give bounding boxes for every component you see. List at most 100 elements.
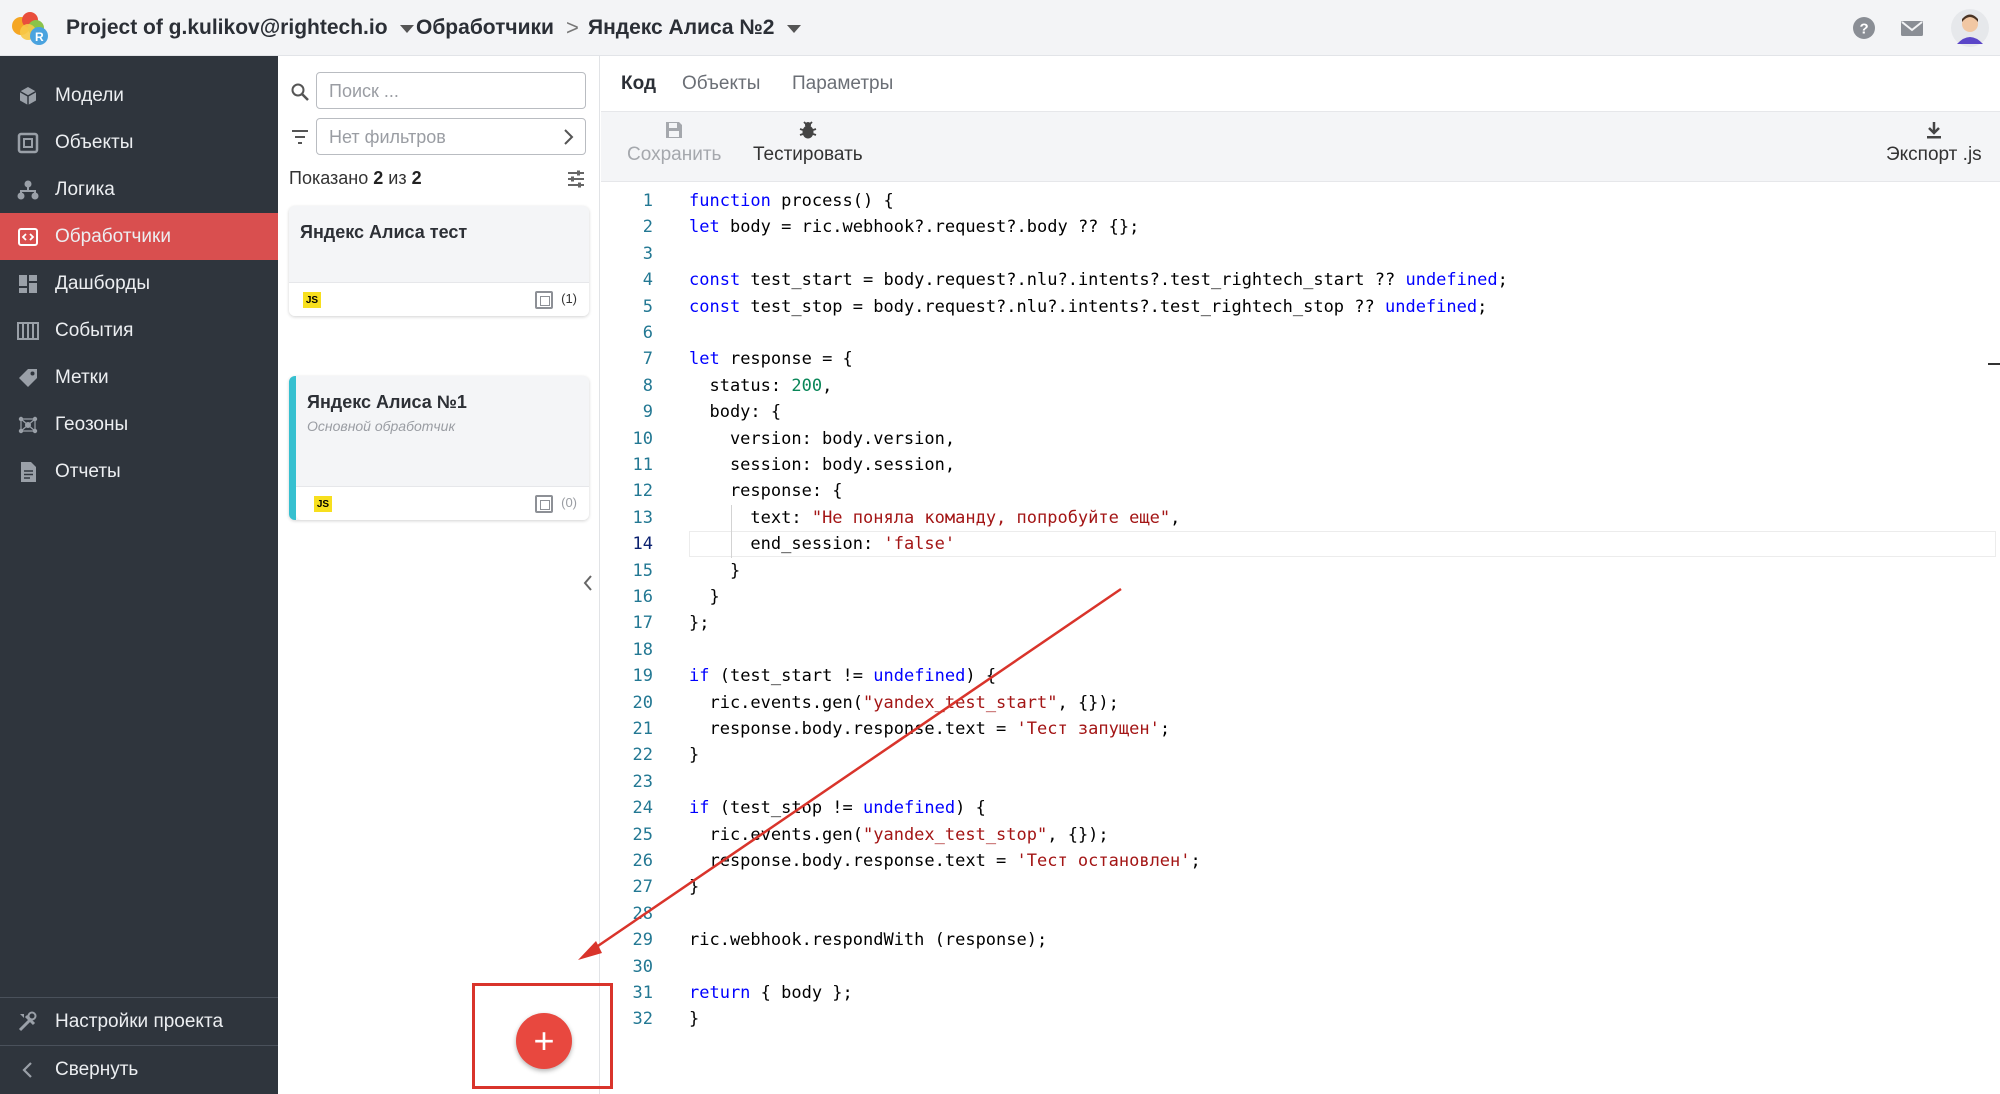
code-line[interactable]: 1 function process() { [601, 188, 2000, 214]
handler-card[interactable]: Яндекс Алиса тест JS (1) [289, 206, 589, 316]
list-settings-icon[interactable] [566, 169, 586, 189]
sidebar-item-handlers[interactable]: Обработчики [0, 213, 278, 260]
sidebar-item-label: Отчеты [55, 460, 121, 482]
code-line[interactable]: 18 [601, 637, 2000, 663]
code-text: } [689, 560, 741, 581]
code-line[interactable]: 21 response.body.response.text = 'Тест з… [601, 716, 2000, 742]
line-number: 28 [632, 903, 653, 924]
code-line[interactable]: 14 end_session: 'false' [601, 531, 2000, 558]
object-icon [535, 495, 553, 513]
handler-card-title: Яндекс Алиса тест [300, 222, 468, 242]
code-line[interactable]: 6 [601, 320, 2000, 346]
code-line[interactable]: 2 let body = ric.webhook?.request?.body ?… [601, 214, 2000, 240]
code-line[interactable]: 32} [601, 1006, 2000, 1032]
export-button[interactable]: Экспорт .js [1886, 120, 1982, 166]
line-number: 13 [632, 507, 653, 528]
line-number: 25 [632, 824, 653, 845]
collapse-list-button[interactable] [577, 565, 599, 601]
test-button[interactable]: Тестировать [753, 120, 863, 166]
code-line[interactable]: 11 session: body.session, [601, 452, 2000, 478]
code-text: if (test_start != undefined) { [689, 666, 997, 687]
save-icon [666, 122, 683, 138]
sidebar-item-events[interactable]: События [0, 307, 278, 354]
collapse-sidebar-button[interactable]: Свернуть [0, 1046, 278, 1093]
code-line[interactable]: 10 version: body.version, [601, 426, 2000, 452]
code-line[interactable]: 13 text: "Не поняла команду, попробуйте … [601, 505, 2000, 531]
code-line[interactable]: 27} [601, 874, 2000, 900]
code-text: version: body.version, [689, 428, 956, 449]
handler-card-selected[interactable]: Яндекс Алиса №1 Основной обработчик JS (… [289, 376, 589, 520]
code-text: function process() { [689, 191, 894, 211]
code-line[interactable]: 31 return { body }; [601, 980, 2000, 1006]
shown-total: 2 [411, 168, 422, 188]
handler-selector[interactable]: Яндекс Алиса №2 [588, 0, 801, 56]
sidebar-item-objects[interactable]: Объекты [0, 119, 278, 166]
sidebar-item-geozones[interactable]: Геозоны [0, 401, 278, 448]
sidebar-item-tags[interactable]: Метки [0, 354, 278, 401]
code-text: return { body }; [689, 983, 853, 1003]
code-line[interactable]: 17}; [601, 610, 2000, 636]
project-name: Project of g.kulikov@rightech.io [66, 16, 388, 39]
code-line[interactable]: 29 ric.webhook.respondWith (response); [601, 927, 2000, 953]
code-icon [18, 227, 38, 246]
sidebar-item-label: Обработчики [55, 225, 171, 247]
geozone-icon [18, 416, 38, 433]
project-selector[interactable]: Project of g.kulikov@rightech.io [66, 0, 414, 56]
shown-prefix: Показано [289, 168, 369, 188]
save-label: Сохранить [627, 144, 722, 165]
code-line[interactable]: 28 [601, 901, 2000, 927]
sidebar: Модели Объекты Логика Обработчики Дашбор… [0, 56, 278, 1094]
svg-text:?: ? [1860, 21, 1869, 38]
code-line[interactable]: 19 if (test_start != undefined) { [601, 663, 2000, 689]
sidebar-item-label: Объекты [55, 131, 134, 153]
filter-icon [292, 130, 308, 144]
code-line[interactable]: 26 response.body.response.text = 'Тест о… [601, 848, 2000, 874]
filter-input[interactable]: Нет фильтров [316, 118, 586, 155]
sidebar-item-label: Логика [55, 178, 115, 200]
user-avatar[interactable] [1950, 8, 1990, 48]
line-number: 30 [632, 956, 653, 977]
tab-objects[interactable]: Объекты [682, 73, 760, 95]
code-line[interactable]: 4 const test_start = body.request?.nlu?.i… [601, 267, 2000, 293]
code-line[interactable]: 5 const test_stop = body.request?.nlu?.in… [601, 294, 2000, 320]
editor-tabs: Код Объекты Параметры [601, 56, 2000, 112]
code-line[interactable]: 22} [601, 742, 2000, 768]
chevron-down-icon [786, 25, 801, 33]
code-line[interactable]: 8 status: 200, [601, 373, 2000, 399]
mail-icon[interactable] [1898, 14, 1926, 42]
sidebar-item-models[interactable]: Модели [0, 72, 278, 119]
line-number: 23 [632, 771, 653, 792]
code-line[interactable]: 9 body: { [601, 399, 2000, 425]
object-icon [535, 291, 553, 309]
download-icon [1926, 122, 1941, 139]
handler-card-footer: JS (1) [289, 282, 589, 316]
svg-text:R: R [35, 30, 44, 44]
sidebar-item-logic[interactable]: Логика [0, 166, 278, 213]
code-line[interactable]: 24 if (test_stop != undefined) { [601, 795, 2000, 821]
breadcrumb-section[interactable]: Обработчики [416, 0, 554, 56]
sidebar-item-reports[interactable]: Отчеты [0, 448, 278, 495]
code-line[interactable]: 7 let response = { [601, 346, 2000, 372]
line-number: 8 [642, 375, 653, 396]
code-line[interactable]: 25 ric.events.gen("yandex_test_stop", {}… [601, 822, 2000, 848]
code-line[interactable]: 20 ric.events.gen("yandex_test_start", {… [601, 690, 2000, 716]
save-button[interactable]: Сохранить [627, 120, 721, 166]
project-settings-button[interactable]: Настройки проекта [0, 998, 278, 1045]
code-line[interactable]: 16 } [601, 584, 2000, 610]
code-line[interactable]: 12 response: { [601, 478, 2000, 504]
tab-parameters[interactable]: Параметры [792, 73, 893, 95]
tab-code[interactable]: Код [621, 73, 656, 95]
rightech-logo-icon[interactable]: R [8, 8, 50, 48]
search-input[interactable]: Поиск ... [316, 72, 586, 109]
code-line[interactable]: 30 [601, 954, 2000, 980]
help-icon[interactable]: ? [1850, 14, 1878, 42]
code-line[interactable]: 15 } [601, 558, 2000, 584]
bug-icon [799, 121, 817, 139]
events-icon [17, 321, 39, 340]
code-line[interactable]: 3 [601, 241, 2000, 267]
line-number: 11 [632, 455, 653, 475]
breadcrumb-section-label: Обработчики [416, 16, 554, 39]
sidebar-item-dashboards[interactable]: Дашборды [0, 260, 278, 307]
code-line[interactable]: 23 [601, 769, 2000, 795]
code-editor[interactable]: 1 function process() {2 let body = ric.web… [601, 182, 2000, 1094]
